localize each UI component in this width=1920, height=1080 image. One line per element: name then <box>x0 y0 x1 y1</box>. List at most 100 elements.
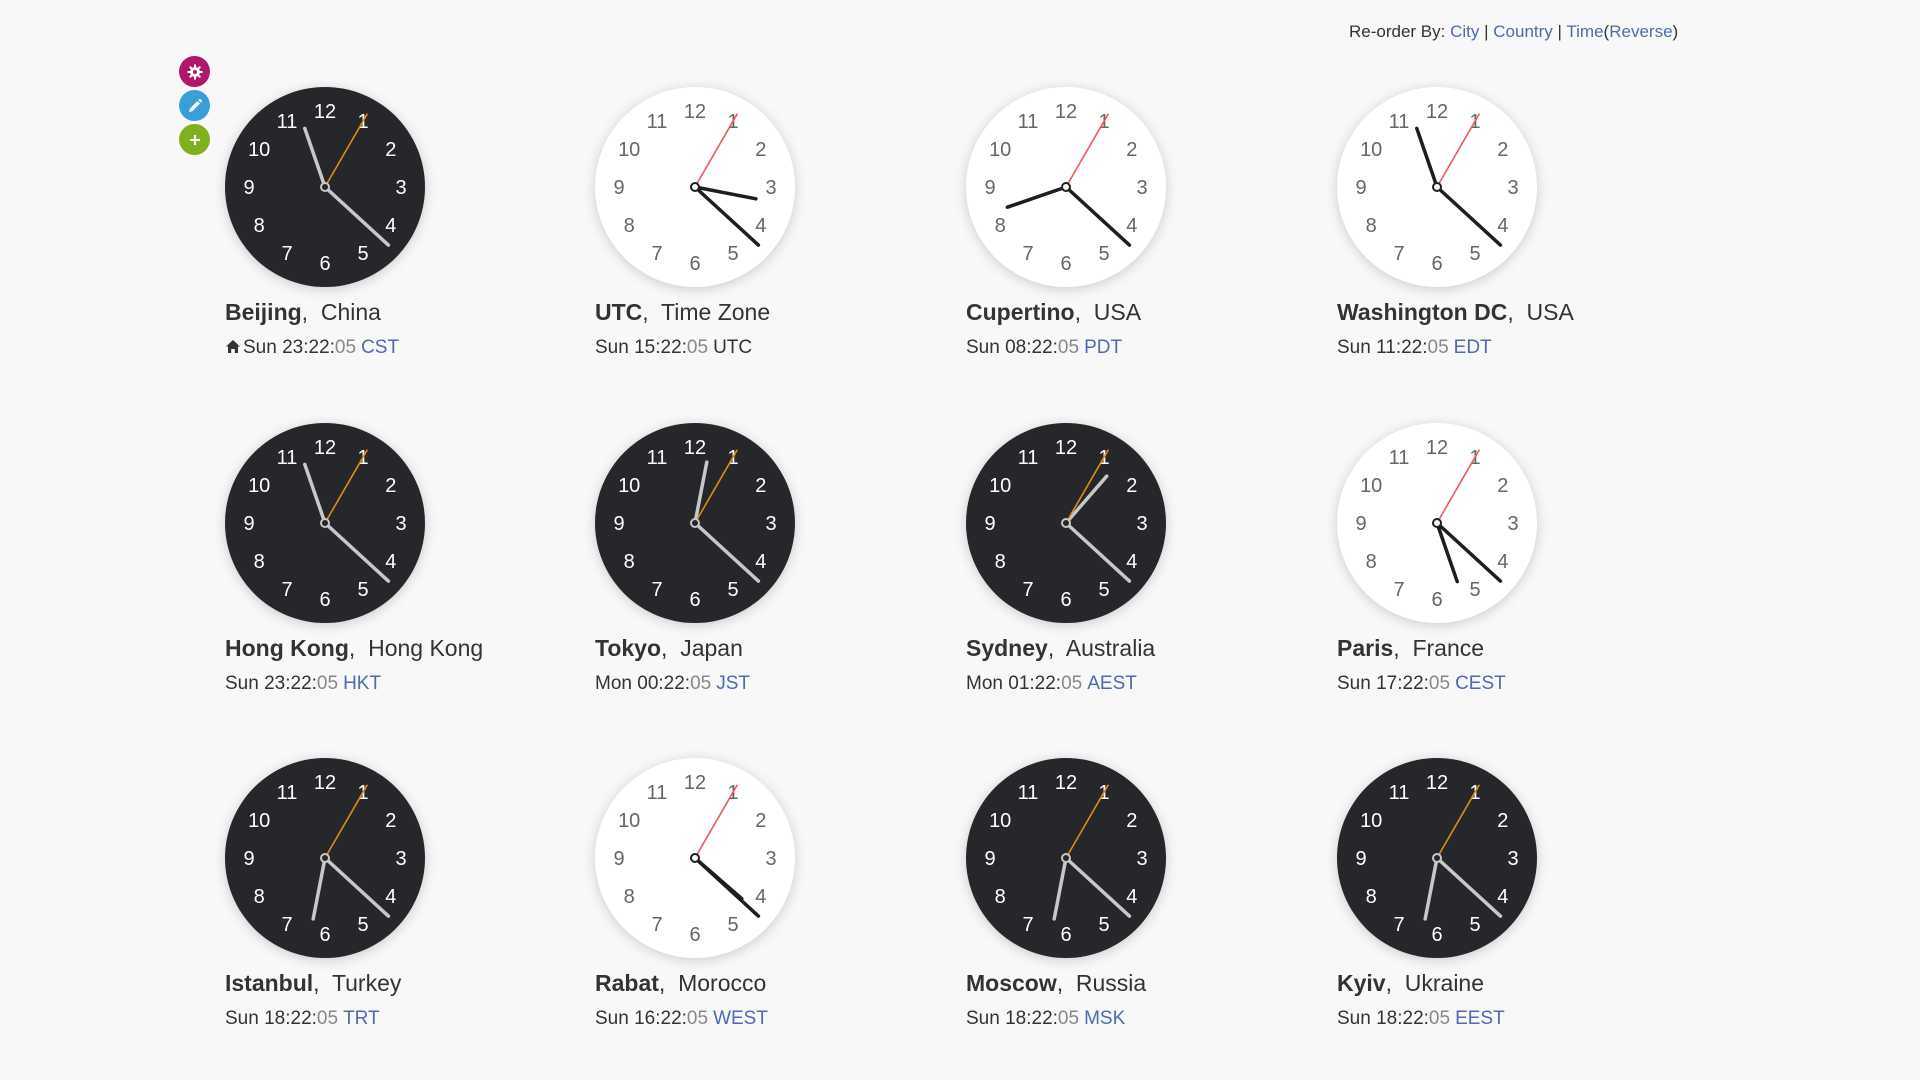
clock-card[interactable]: 123456789101112Washington DC, USASun 11:… <box>1337 87 1677 387</box>
clock-card[interactable]: 123456789101112Istanbul, TurkeySun 18:22… <box>225 758 565 1058</box>
clock-numeral: 9 <box>984 177 995 199</box>
timezone-abbr[interactable]: EEST <box>1455 1008 1505 1029</box>
timezone-abbr[interactable]: PDT <box>1084 337 1122 358</box>
clock-card[interactable]: 123456789101112Kyiv, UkraineSun 18:22:05… <box>1337 758 1677 1058</box>
clock-hub <box>320 518 330 528</box>
clock-face: 123456789101112 <box>225 758 425 958</box>
clock-card[interactable]: 123456789101112Sydney, AustraliaMon 01:2… <box>966 423 1306 723</box>
clock-numeral: 8 <box>624 215 635 237</box>
clock-numeral: 10 <box>989 139 1011 161</box>
seconds: 05 <box>1428 1008 1451 1029</box>
clock-face: 123456789101112 <box>595 758 795 958</box>
minute-hand <box>323 521 391 583</box>
clock-numeral: 12 <box>314 437 336 459</box>
hours-minutes: 01:22 <box>1008 673 1056 694</box>
day-label: Mon <box>595 673 632 694</box>
second-hand <box>694 784 738 859</box>
clock-numeral: 6 <box>1060 253 1071 275</box>
clock-numeral: 2 <box>755 810 766 832</box>
clock-numeral: 11 <box>647 782 668 804</box>
clock-card[interactable]: 123456789101112Moscow, RussiaSun 18:22:0… <box>966 758 1306 1058</box>
clock-location: UTC, Time Zone <box>595 299 770 326</box>
clock-numeral: 6 <box>1431 924 1442 946</box>
day-label: Sun <box>1337 673 1371 694</box>
clock-face: 123456789101112 <box>1337 423 1537 623</box>
clock-time: Sun 23:22:05 HKT <box>225 673 381 695</box>
clock-card[interactable]: 123456789101112Paris, FranceSun 17:22:05… <box>1337 423 1677 723</box>
day-label: Sun <box>225 673 259 694</box>
clock-numeral: 3 <box>765 848 776 870</box>
clock-numeral: 11 <box>1389 111 1410 133</box>
clock-card[interactable]: 123456789101112Hong Kong, Hong KongSun 2… <box>225 423 565 723</box>
clock-numeral: 5 <box>1469 914 1480 936</box>
clock-numeral: 9 <box>243 177 254 199</box>
clock-hub <box>1061 182 1071 192</box>
edit-button[interactable] <box>179 90 210 121</box>
settings-button[interactable] <box>179 56 210 87</box>
clock-card[interactable]: 123456789101112Rabat, MoroccoSun 16:22:0… <box>595 758 935 1058</box>
hour-hand <box>303 462 327 525</box>
clock-card[interactable]: 123456789101112Cupertino, USASun 08:22:0… <box>966 87 1306 387</box>
clock-numeral: 12 <box>684 101 706 123</box>
seconds: 05 <box>316 1008 339 1029</box>
reorder-by-city-link[interactable]: City <box>1450 22 1479 41</box>
clock-numeral: 3 <box>1507 177 1518 199</box>
side-toolbar <box>179 56 210 158</box>
clock-location: Paris, France <box>1337 635 1484 662</box>
day-label: Sun <box>966 1008 1000 1029</box>
clock-numeral: 2 <box>385 810 396 832</box>
clock-numeral: 3 <box>765 513 776 535</box>
minute-hand <box>1435 856 1503 918</box>
clock-hub <box>690 853 700 863</box>
clock-numeral: 11 <box>1018 782 1039 804</box>
clock-numeral: 9 <box>984 513 995 535</box>
clock-numeral: 6 <box>319 253 330 275</box>
clock-numeral: 7 <box>1393 914 1404 936</box>
clock-card[interactable]: 123456789101112Beijing, ChinaSun 23:22:0… <box>225 87 565 387</box>
country-name: China <box>320 299 381 325</box>
hours-minutes: 11:22 <box>1376 337 1423 358</box>
clock-numeral: 6 <box>319 589 330 611</box>
timezone-abbr[interactable]: WEST <box>713 1008 768 1029</box>
timezone-abbr[interactable]: JST <box>716 673 750 694</box>
clock-numeral: 7 <box>281 243 292 265</box>
clock-numeral: 7 <box>1022 914 1033 936</box>
clock-numeral: 8 <box>1366 215 1377 237</box>
timezone-abbr[interactable]: CEST <box>1455 673 1506 694</box>
location-separator: , <box>348 635 369 661</box>
reorder-by-time-link[interactable]: Time <box>1566 22 1603 41</box>
country-name: Ukraine <box>1404 970 1485 996</box>
timezone-abbr[interactable]: MSK <box>1084 1008 1125 1029</box>
clock-numeral: 7 <box>651 914 662 936</box>
clock-numeral: 5 <box>727 579 738 601</box>
clock-card[interactable]: 123456789101112Tokyo, JapanMon 00:22:05J… <box>595 423 935 723</box>
hours-minutes: 23:22 <box>282 337 330 358</box>
reorder-reverse-link[interactable]: Reverse <box>1609 22 1672 41</box>
day-label: Sun <box>225 1008 259 1029</box>
timezone-abbr[interactable]: CST <box>361 337 399 358</box>
clock-time: Sun 18:22:05 TRT <box>225 1008 380 1030</box>
clock-card[interactable]: 123456789101112UTC, Time ZoneSun 15:22:0… <box>595 87 935 387</box>
timezone-abbr[interactable]: TRT <box>343 1008 380 1029</box>
city-name: Istanbul <box>225 970 314 996</box>
seconds: 05 <box>1057 337 1080 358</box>
timezone-abbr[interactable]: HKT <box>343 673 381 694</box>
hours-minutes: 00:22 <box>637 673 685 694</box>
clock-time: Sun 23:22:05 CST <box>225 337 399 359</box>
second-hand <box>324 113 368 188</box>
clock-numeral: 6 <box>689 253 700 275</box>
second-hand <box>1436 449 1480 524</box>
city-name: Tokyo <box>595 635 662 661</box>
location-separator: , <box>1056 970 1076 996</box>
reorder-by-country-link[interactable]: Country <box>1493 22 1553 41</box>
clock-numeral: 3 <box>1507 848 1518 870</box>
timezone-abbr[interactable]: EDT <box>1454 337 1492 358</box>
second-hand <box>1065 113 1109 188</box>
add-clock-button[interactable] <box>179 124 210 155</box>
clock-numeral: 4 <box>755 215 766 237</box>
hours-minutes: 16:22 <box>634 1008 682 1029</box>
timezone-abbr[interactable]: AEST <box>1087 673 1137 694</box>
clock-numeral: 11 <box>1389 782 1410 804</box>
hours-minutes: 15:22 <box>634 337 682 358</box>
clock-numeral: 9 <box>1355 848 1366 870</box>
